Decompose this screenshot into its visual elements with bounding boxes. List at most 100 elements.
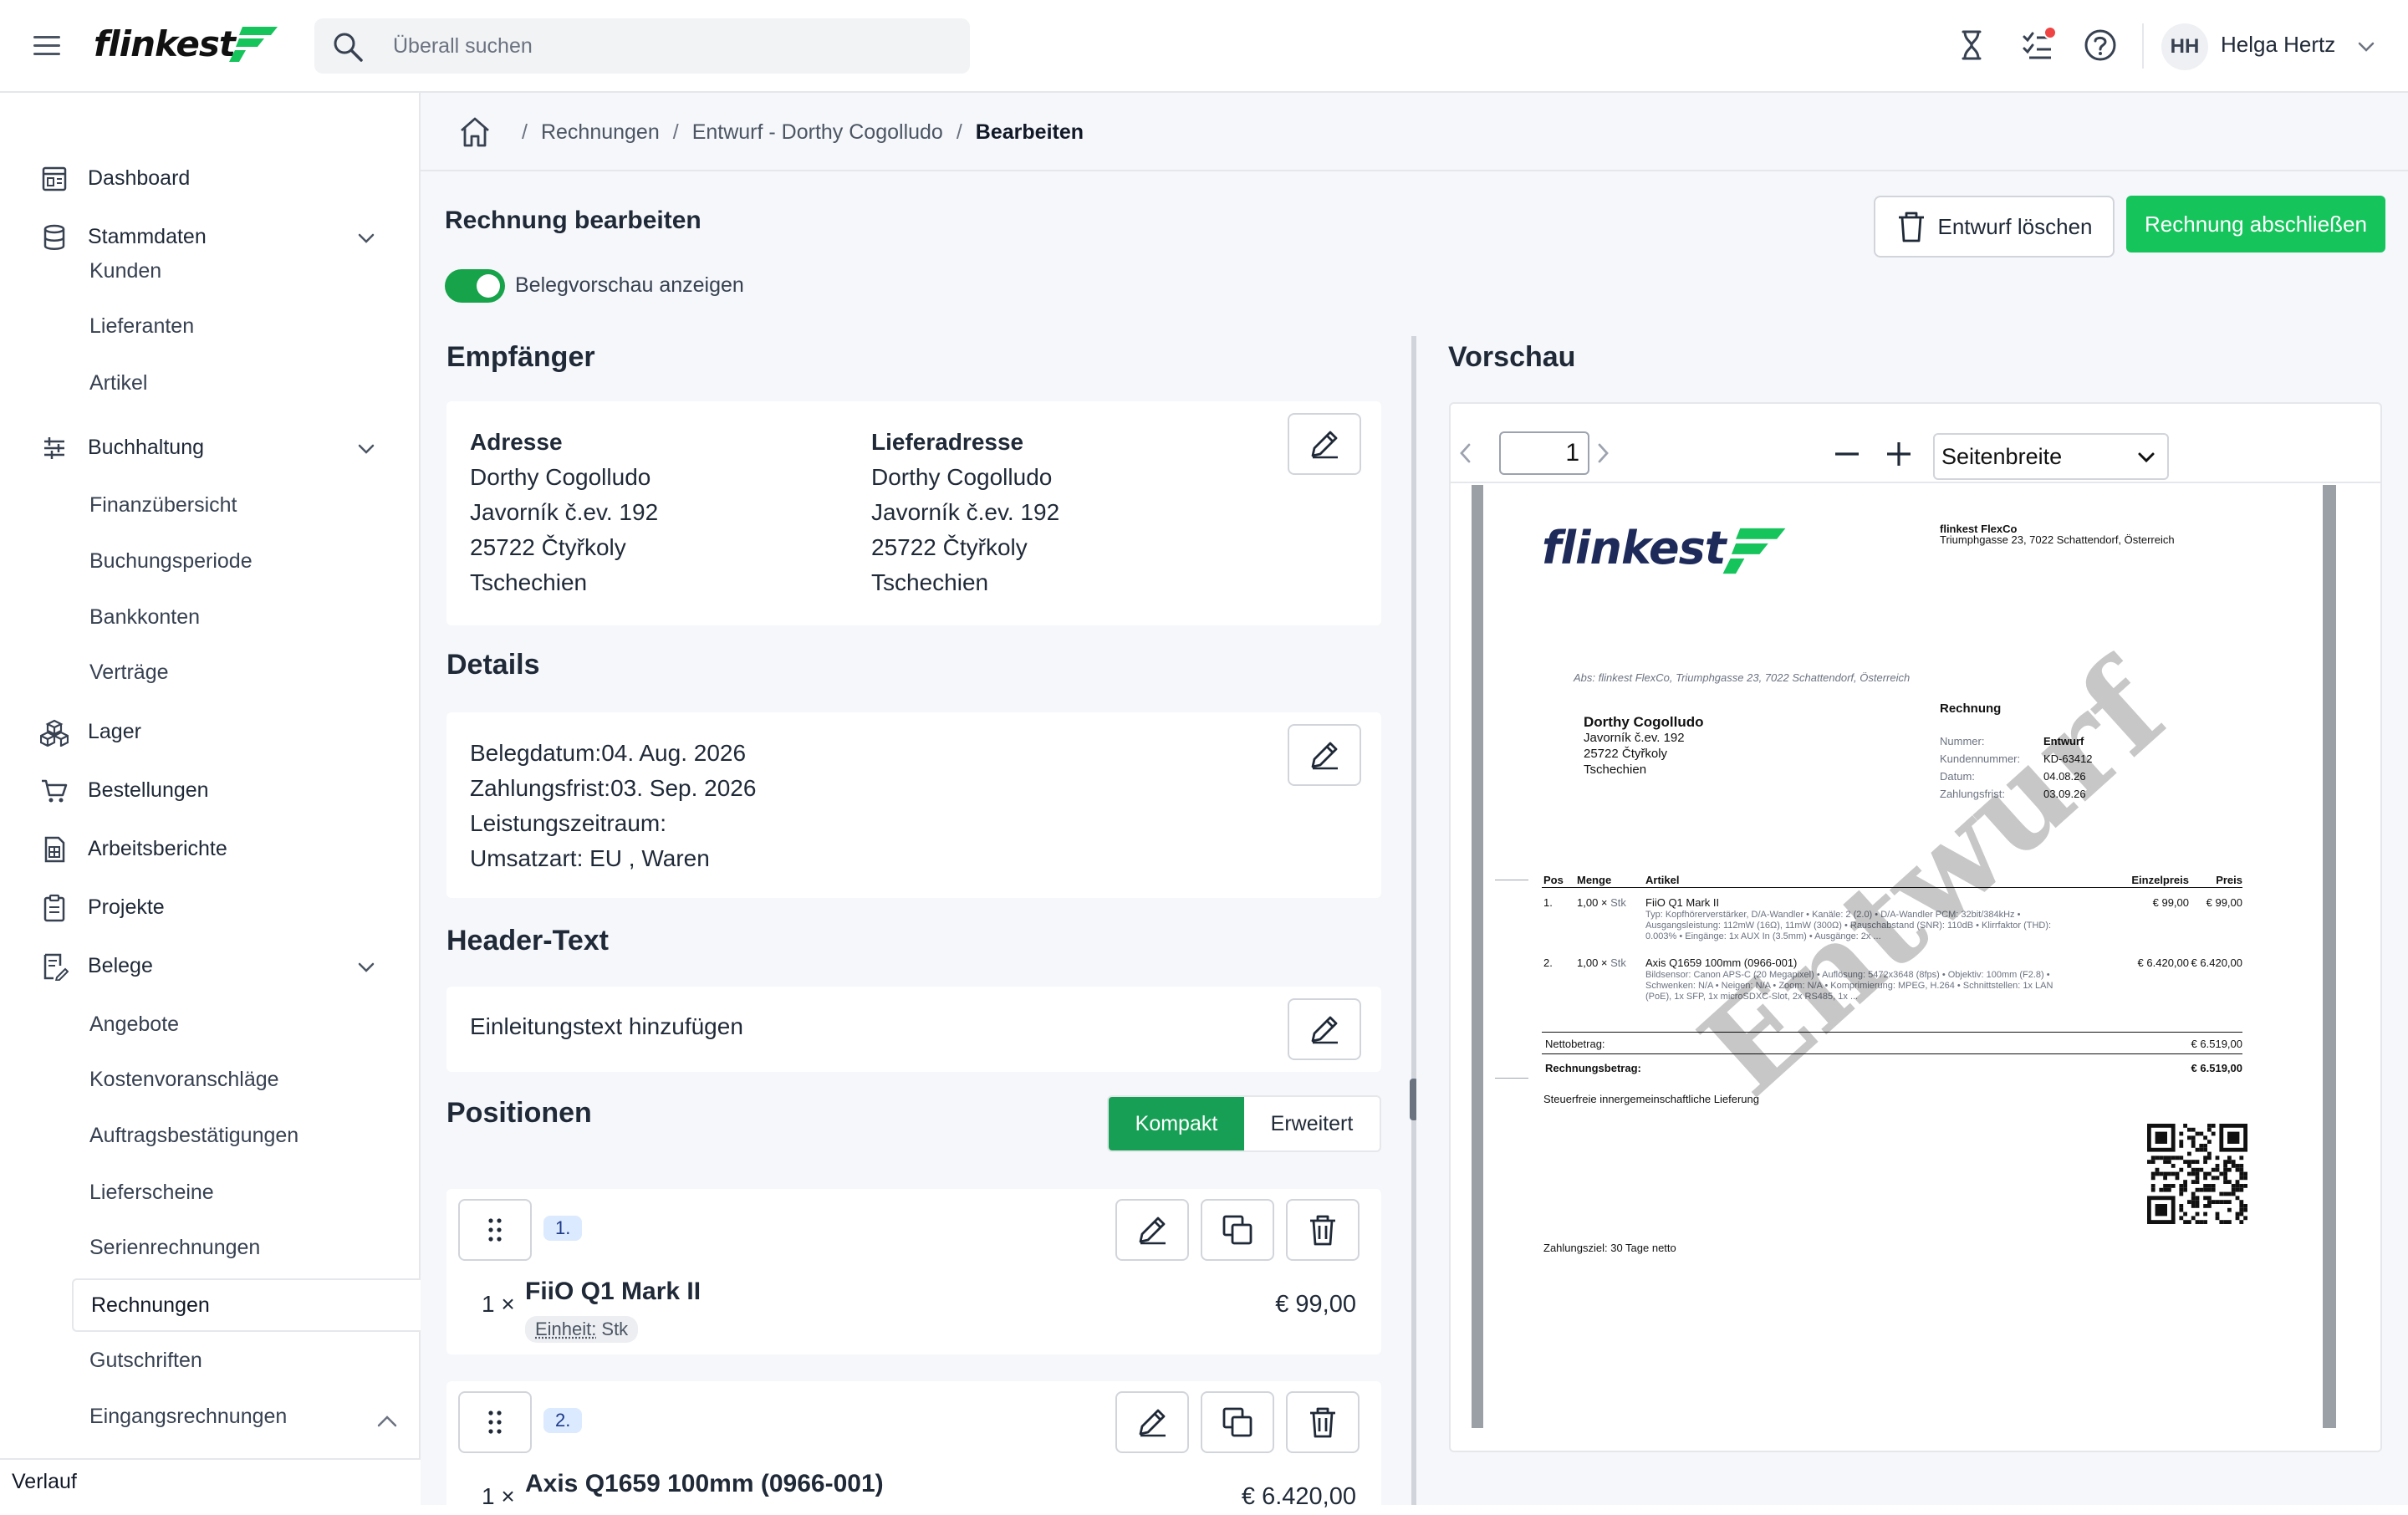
home-icon[interactable] [458, 115, 492, 149]
position-price: € 6.420,00 [1241, 1483, 1356, 1510]
user-name[interactable]: Helga Hertz [2221, 32, 2335, 58]
sender-line: Abs: flinkest FlexCo, Triumphgasse 23, 7… [1574, 671, 1911, 684]
breadcrumb-current: Bearbeiten [975, 120, 1084, 144]
notification-badge [2043, 26, 2057, 39]
zoom-select[interactable]: Seitenbreite [1933, 433, 2169, 480]
drag-handle-icon[interactable] [458, 1199, 532, 1261]
breadcrumb-invoices[interactable]: Rechnungen [541, 120, 660, 145]
pencil-icon [1135, 1213, 1169, 1247]
view-mode-switch: Kompakt Erweitert [1107, 1095, 1381, 1152]
position-number: 1. [543, 1216, 583, 1241]
menu-icon[interactable] [32, 32, 64, 59]
chevron-right-icon[interactable] [1594, 441, 1612, 465]
edit-position-button[interactable] [1115, 1199, 1189, 1261]
search-icon [331, 30, 365, 64]
duplicate-position-button[interactable] [1201, 1199, 1274, 1261]
sidebar: Dashboard Stammdaten Kunden Lieferanten … [0, 93, 421, 1505]
sidebar-item-bankkonten[interactable]: Bankkonten [72, 593, 421, 641]
recipient-title: Empfänger [446, 341, 595, 373]
qr-code [2147, 1124, 2247, 1224]
chevron-down-icon[interactable] [356, 439, 376, 459]
delete-position-button[interactable] [1286, 1199, 1360, 1261]
tasks-icon[interactable] [2021, 26, 2057, 62]
topbar-divider [2142, 23, 2144, 69]
header-text-title: Header-Text [446, 925, 609, 956]
pencil-icon [1308, 1013, 1341, 1046]
sidebar-item-angebote[interactable]: Angebote [72, 1000, 421, 1048]
sidebar-item-eingangsrechnungen[interactable]: Eingangsrechnungen [72, 1392, 421, 1441]
preview-title: Vorschau [1448, 341, 1576, 373]
sidebar-item-finanzuebersicht[interactable]: Finanzübersicht [72, 481, 421, 529]
details-card: Belegdatum:04. Aug. 2026 Zahlungsfrist:0… [446, 712, 1381, 898]
delivery-address-block: Lieferadresse Dorthy Cogolludo Javorník … [871, 429, 1060, 595]
avatar[interactable]: HH [2161, 23, 2208, 70]
history-bar[interactable]: Verlauf [0, 1458, 421, 1505]
breadcrumb-draft[interactable]: Entwurf - Dorthy Cogolludo [692, 120, 943, 145]
chevron-down-icon[interactable] [356, 957, 376, 977]
sliders-icon [40, 434, 69, 462]
sidebar-item-lieferscheine[interactable]: Lieferscheine [72, 1168, 421, 1217]
page-title: Rechnung bearbeiten [445, 207, 701, 234]
global-search[interactable] [314, 18, 970, 74]
help-icon[interactable] [2084, 28, 2117, 62]
recipient-card: Adresse Dorthy Cogolludo Javorník č.ev. … [446, 401, 1381, 625]
hourglass-icon[interactable] [1955, 28, 1988, 62]
position-number: 2. [543, 1408, 583, 1433]
company-address: Triumphgasse 23, 7022 Schattendorf, Öste… [1940, 533, 2175, 546]
sidebar-item-buchhaltung[interactable]: Buchhaltung [0, 424, 421, 471]
preview-toggle[interactable] [445, 269, 505, 303]
edit-header-text-button[interactable] [1288, 998, 1361, 1060]
app-logo[interactable]: flinkest [94, 23, 278, 64]
database-icon [40, 223, 69, 252]
chevron-down-icon[interactable] [2356, 37, 2376, 57]
document-logo: flinkest [1542, 522, 1786, 574]
sidebar-item-bestellungen[interactable]: Bestellungen [0, 767, 421, 814]
draft-watermark: Entwurf [1673, 636, 2191, 1125]
pencil-icon [1308, 427, 1341, 461]
zoom-out-icon[interactable] [1833, 443, 1861, 465]
position-quantity: 1 × [482, 1291, 515, 1317]
history-label: Verlauf [12, 1470, 77, 1493]
sidebar-item-rechnungen[interactable]: Rechnungen [72, 1278, 421, 1332]
view-compact-button[interactable]: Kompakt [1109, 1097, 1244, 1150]
delete-position-button[interactable] [1286, 1391, 1360, 1453]
trash-icon [1308, 1213, 1338, 1247]
sidebar-item-lager[interactable]: Lager [0, 708, 421, 755]
chevron-down-icon[interactable] [356, 228, 376, 248]
sidebar-item-lieferanten[interactable]: Lieferanten [72, 302, 421, 350]
sidebar-item-gutschriften[interactable]: Gutschriften [72, 1336, 421, 1385]
edit-position-button[interactable] [1115, 1391, 1189, 1453]
view-extended-button[interactable]: Erweitert [1244, 1097, 1380, 1150]
position-card: 1. 1 × FiiO Q1 Mark II Einheit: Stk € 99… [446, 1189, 1381, 1354]
sidebar-item-artikel[interactable]: Artikel [72, 359, 421, 407]
edit-details-button[interactable] [1288, 724, 1361, 786]
details-title: Details [446, 649, 540, 681]
pencil-icon [1308, 738, 1341, 772]
finish-invoice-button[interactable]: Rechnung abschließen [2126, 196, 2385, 252]
duplicate-position-button[interactable] [1201, 1391, 1274, 1453]
sidebar-item-projekte[interactable]: Projekte [0, 884, 421, 931]
chevron-up-icon[interactable] [376, 1414, 398, 1429]
sidebar-item-kostenvoranschlaege[interactable]: Kostenvoranschläge [72, 1055, 421, 1104]
sidebar-item-serienrechnungen[interactable]: Serienrechnungen [72, 1223, 421, 1272]
intro-text-placeholder[interactable]: Einleitungstext hinzufügen [470, 1013, 743, 1040]
zoom-in-icon[interactable] [1885, 440, 1913, 468]
sidebar-item-arbeitsberichte[interactable]: Arbeitsberichte [0, 825, 421, 872]
position-name: FiiO Q1 Mark II [525, 1278, 701, 1305]
page-number-input[interactable] [1499, 431, 1589, 475]
chevron-left-icon[interactable] [1457, 441, 1475, 465]
sidebar-item-kunden[interactable]: Kunden [72, 247, 421, 295]
edit-recipient-button[interactable] [1288, 413, 1361, 475]
search-input[interactable] [391, 18, 943, 74]
receipt-icon [40, 952, 69, 981]
position-card: 2. 1 × Axis Q1659 100mm (0966-001) € 6.4… [446, 1381, 1381, 1515]
sidebar-item-dashboard[interactable]: Dashboard [0, 155, 421, 201]
delete-draft-button[interactable]: Entwurf löschen [1874, 196, 2115, 258]
copy-icon [1221, 1405, 1254, 1439]
sidebar-item-buchungsperiode[interactable]: Buchungsperiode [72, 537, 421, 585]
drag-handle-icon[interactable] [458, 1391, 532, 1453]
sidebar-item-auftragsbestaetigungen[interactable]: Auftragsbestätigungen [72, 1111, 421, 1160]
sidebar-item-vertraege[interactable]: Verträge [72, 648, 421, 696]
document-page: flinkest flinkest FlexCo Triumphgasse 23… [1483, 485, 2323, 1428]
sidebar-item-belege[interactable]: Belege [0, 942, 421, 989]
